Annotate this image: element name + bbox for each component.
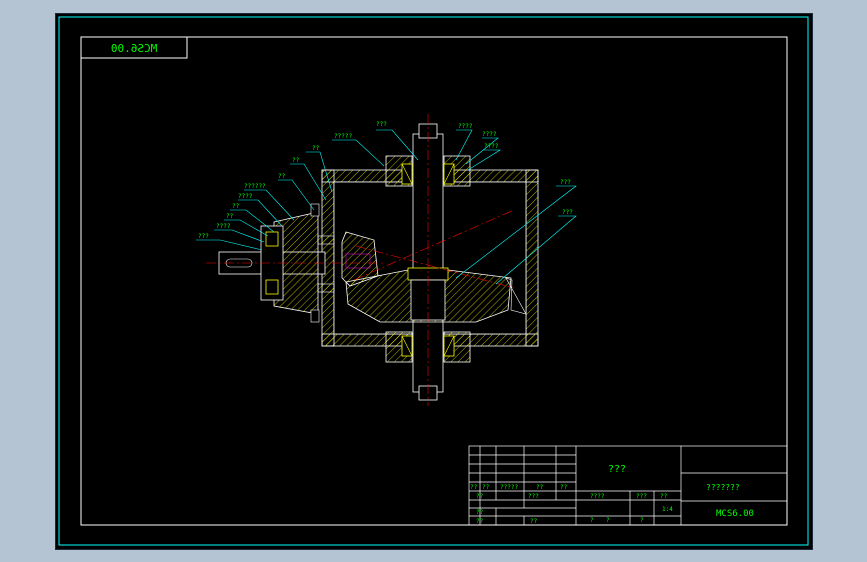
callout-13: ???? (482, 131, 497, 138)
tb-r4-a: ?? (476, 518, 484, 525)
school-name: ??????? (706, 483, 740, 492)
tb-r1-c4: ?? (536, 484, 544, 491)
callout-4: ???? (458, 123, 473, 130)
tb-r4-b: ?? (530, 518, 538, 525)
cad-drawing: MCS6.00 ??? ?? ????? ???? ?? ?? ?????? ?… (58, 16, 809, 546)
tb-r2-d: ??? (636, 493, 647, 500)
callout-8: ???? (238, 193, 253, 200)
drawing-number: MCS6.00 (716, 509, 754, 519)
callout-10: ?? (226, 213, 234, 220)
callout-17: ??? (562, 209, 573, 216)
callout-2: ?? (312, 145, 320, 152)
callout-5: ?? (292, 157, 300, 164)
code-stamp-box: MCS6.00 (80, 36, 188, 59)
callout-7: ?????? (244, 183, 266, 190)
code-stamp: MCS6.00 (111, 42, 157, 55)
tb-r2-c: ???? (590, 493, 605, 500)
callout-9: ?? (232, 203, 240, 210)
scale-value: 1:4 (662, 506, 673, 513)
part-name: ??? (608, 464, 626, 475)
tb-r3-a: ?? (476, 509, 484, 516)
tb-q3: ? (640, 517, 644, 524)
callout-15: ???? (484, 143, 499, 150)
tb-r2-e: ?? (660, 493, 668, 500)
drawing-viewport[interactable]: MCS6.00 ??? ?? ????? ???? ?? ?? ?????? ?… (55, 13, 813, 550)
callout-3: ????? (334, 133, 352, 140)
tb-q1: ? (590, 517, 594, 524)
tb-r2-a: ?? (476, 493, 484, 500)
tb-r1-c1: ?? (470, 484, 478, 491)
tb-q2: ? (606, 517, 610, 524)
tb-r1-c2: ?? (482, 484, 490, 491)
callout-14: ??? (560, 179, 571, 186)
tb-r1-c3: ????? (500, 484, 518, 491)
tb-r2-b: ??? (528, 493, 539, 500)
callout-6: ?? (278, 173, 286, 180)
callout-1: ??? (376, 121, 387, 128)
gearbox-assembly (206, 114, 539, 406)
tb-r1-c5: ?? (560, 484, 568, 491)
callout-12: ??? (198, 233, 209, 240)
callout-11: ???? (216, 223, 231, 230)
